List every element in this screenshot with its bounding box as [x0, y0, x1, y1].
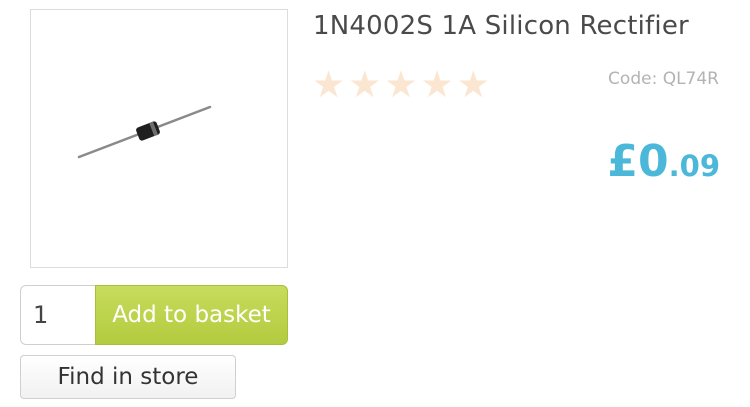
product-card: 1N4002S 1A Silicon Rectifier ★ ★ ★ ★ ★ C…: [0, 0, 750, 407]
find-in-store-button[interactable]: Find in store: [20, 355, 236, 399]
diode-icon: [77, 105, 212, 159]
quantity-input[interactable]: [20, 285, 95, 345]
star-icon: ★: [420, 63, 454, 106]
product-code: Code: QL74R: [608, 69, 719, 89]
star-icon: ★: [348, 63, 382, 106]
rating-stars: ★ ★ ★ ★ ★: [312, 66, 490, 103]
star-icon: ★: [456, 63, 490, 106]
product-title: 1N4002S 1A Silicon Rectifier: [313, 11, 689, 41]
add-to-basket-button[interactable]: Add to basket: [95, 285, 288, 345]
star-icon: ★: [312, 63, 346, 106]
price-pence: .09: [668, 149, 720, 183]
star-icon: ★: [384, 63, 418, 106]
product-price: £0.09: [607, 140, 720, 184]
product-image[interactable]: [30, 9, 288, 268]
price-main: £0: [607, 136, 669, 187]
